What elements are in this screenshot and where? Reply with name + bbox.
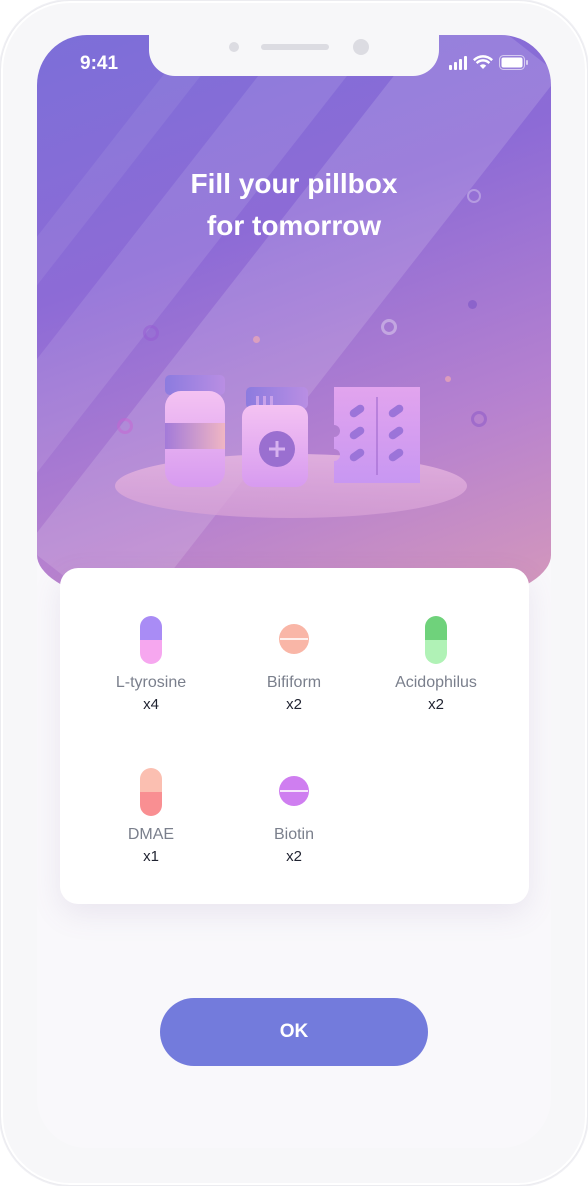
pillbox-illustration (115, 375, 467, 518)
pill-item-bifiform: Bifiform x2 (216, 616, 372, 713)
pill-quantity: x4 (143, 696, 159, 713)
pill-quantity: x2 (428, 696, 444, 713)
capsule-icon (425, 616, 447, 664)
pill-list-card: L-tyrosine x4 Bifiform x2 Acidophilus x2 (60, 568, 529, 904)
device-notch (149, 35, 439, 76)
battery-icon (499, 55, 528, 70)
pill-name: Bifiform (266, 674, 322, 691)
proximity-sensor (353, 39, 369, 55)
cellular-signal-icon (449, 56, 467, 70)
status-icons (449, 55, 529, 70)
pill-item-biotin: Biotin x2 (216, 768, 372, 865)
front-camera (229, 42, 239, 52)
pill-name: L-tyrosine (115, 674, 187, 691)
capsule-icon (140, 616, 162, 664)
pill-quantity: x2 (286, 696, 302, 713)
pill-name: Biotin (273, 826, 315, 843)
capsule-icon (140, 768, 162, 816)
speaker-grille (261, 44, 329, 50)
pill-item-l-tyrosine: L-tyrosine x4 (73, 616, 229, 713)
ok-button[interactable]: OK (160, 998, 428, 1066)
tablet-icon (279, 776, 309, 806)
pill-item-dmae: DMAE x1 (73, 768, 229, 865)
pill-item-acidophilus: Acidophilus x2 (358, 616, 514, 713)
pill-name: Acidophilus (395, 674, 477, 691)
tablet-icon (279, 624, 309, 654)
pill-quantity: x1 (143, 848, 159, 865)
pill-name: DMAE (127, 826, 175, 843)
screen: Fill your pillbox for tomorrow 9:41 L-ty… (37, 35, 551, 1148)
status-time: 9:41 (80, 53, 119, 74)
pill-quantity: x2 (286, 848, 302, 865)
wifi-icon (473, 55, 493, 69)
hero-banner: Fill your pillbox for tomorrow (37, 35, 551, 625)
